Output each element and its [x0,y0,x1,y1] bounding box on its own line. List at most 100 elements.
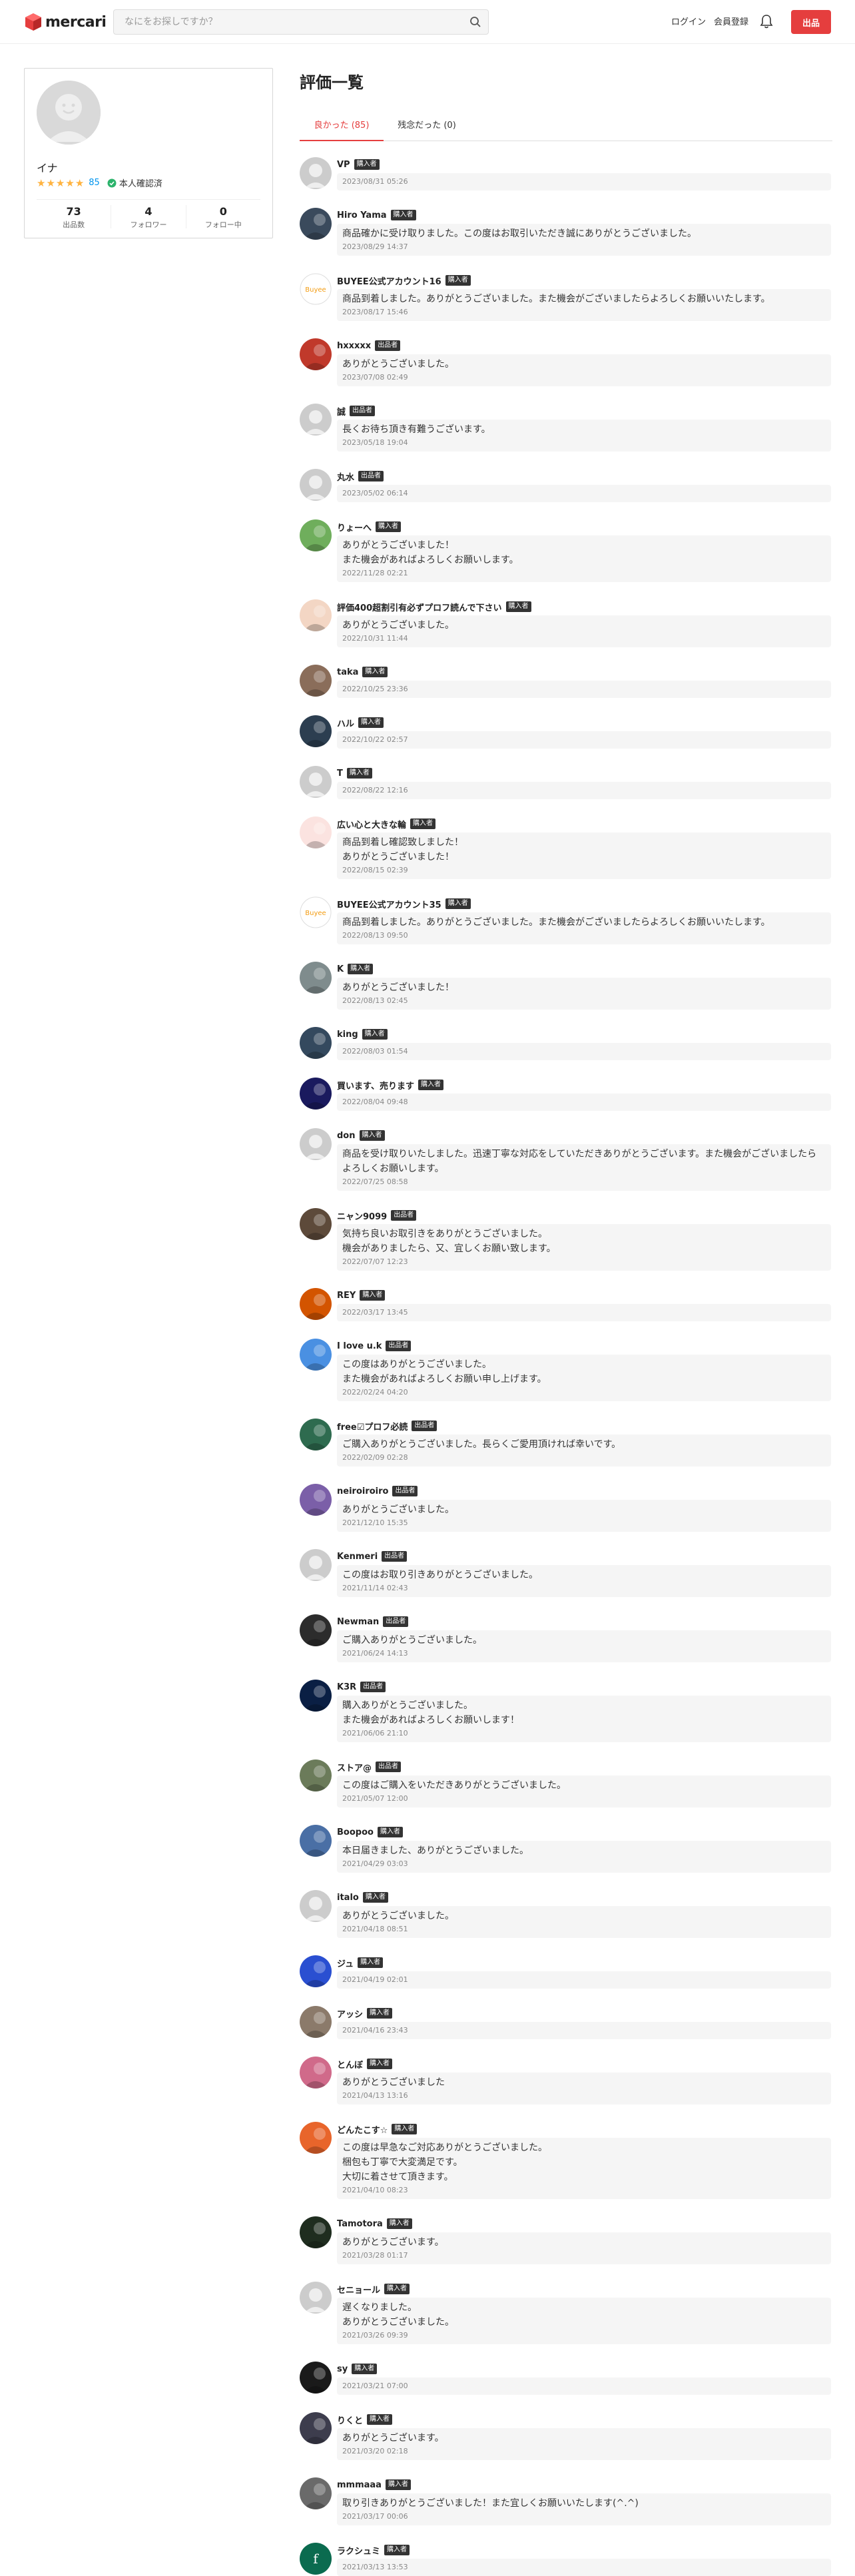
reviewer-name[interactable]: セニョール [337,2283,380,2296]
reviewer-name[interactable]: king [337,1030,358,1040]
reviewer-name[interactable]: 広い心と大きな輪 [337,818,406,830]
reviewer-name[interactable]: K3R [337,1682,356,1692]
reviewer-name[interactable]: ジュ [337,1957,354,1969]
notification-bell-icon[interactable] [759,13,774,29]
reviewer-avatar[interactable] [300,2412,332,2444]
reviewer-avatar[interactable] [300,519,332,551]
reviewer-name[interactable]: 買います、売ります [337,1079,414,1092]
rating-count[interactable]: 85 [89,178,100,188]
reviewer-name[interactable]: VP [337,160,350,170]
stat-following[interactable]: 0 フォロー中 [186,205,260,229]
reviewer-avatar[interactable] [300,816,332,848]
reviewer-name[interactable]: neiroiroiro [337,1486,388,1496]
reviewer-avatar[interactable] [300,1680,332,1712]
login-link[interactable]: ログイン [671,15,706,27]
reviewer-avatar[interactable]: f [300,2543,332,2575]
reviewer-name[interactable]: 丸水 [337,470,354,483]
reviewer-name[interactable]: BUYEE公式アカウント16 [337,274,441,287]
listing-button[interactable]: 出品 [791,10,831,34]
reviewer-avatar[interactable]: Buyee [300,896,332,928]
reviewer-avatar[interactable] [300,2006,332,2038]
reviewer-avatar[interactable] [300,2282,332,2314]
reviewer-avatar[interactable] [300,665,332,697]
review-bubble: 2021/03/21 07:00 [337,2378,831,2395]
reviewer-avatar[interactable] [300,1760,332,1791]
reviewer-name[interactable]: I love u.k [337,1341,382,1351]
reviewer-name[interactable]: BUYEE公式アカウント35 [337,898,441,910]
reviewer-avatar[interactable] [300,338,332,370]
reviewer-name[interactable]: アッシ [337,2007,363,2020]
tab-good[interactable]: 良かった (85) [300,115,384,141]
stat-listings[interactable]: 73 出品数 [37,205,112,229]
reviewer-avatar[interactable] [300,469,332,501]
reviewer-avatar[interactable] [300,404,332,436]
reviewer-avatar[interactable] [300,2057,332,2089]
reviewer-avatar[interactable] [300,1955,332,1987]
reviewer-avatar[interactable] [300,1825,332,1857]
search-bar[interactable] [113,9,489,35]
reviewer-name[interactable]: Boopoo [337,1827,374,1837]
reviewer-name[interactable]: Kenmeri [337,1552,378,1562]
reviewer-name[interactable]: K [337,964,344,974]
reviewer-name[interactable]: sy [337,2364,348,2374]
reviewer-name[interactable]: don [337,1131,356,1141]
reviewer-avatar[interactable] [300,599,332,631]
reviewer-avatar[interactable] [300,2122,332,2154]
tab-bad[interactable]: 残念だった (0) [384,115,470,141]
search-input[interactable] [114,10,447,34]
reviewer-name[interactable]: とんぼ [337,2058,363,2071]
reviewer-avatar[interactable] [300,1484,332,1516]
stat-followers[interactable]: 4 フォロワー [111,205,186,229]
reviewer-name[interactable]: 誠 [337,405,346,418]
reviewer-name[interactable]: 評価400超割引有必ずプロフ読んで下さい [337,601,502,613]
reviewer-avatar[interactable] [300,2362,332,2394]
reviewer-avatar[interactable] [300,1128,332,1160]
mercari-logo[interactable]: mercari [24,12,107,32]
reviewer-avatar[interactable] [300,715,332,747]
reviewer-name[interactable]: italo [337,1893,359,1903]
reviewer-name[interactable]: Newman [337,1617,379,1627]
reviewer-avatar[interactable] [300,2216,332,2248]
profile-avatar[interactable] [37,81,101,145]
reviewer-avatar[interactable] [300,1027,332,1059]
reviewer-name[interactable]: どんたこす☆ [337,2123,388,2136]
reviewer-name[interactable]: ラクシュミ [337,2544,380,2557]
reviewer-avatar[interactable] [300,1419,332,1450]
reviewer-avatar[interactable] [300,1208,332,1240]
signup-link[interactable]: 会員登録 [714,15,748,27]
reviewer-name[interactable]: hxxxxx [337,341,371,351]
reviewer-avatar[interactable] [300,1549,332,1581]
reviewer-name[interactable]: Hiro Yama [337,210,387,220]
reviewer-name[interactable]: りくと [337,2414,363,2426]
reviewer-name[interactable]: Tamotora [337,2219,383,2229]
reviewer-name[interactable]: りょーへ [337,521,372,533]
reviewer-name[interactable]: ニャン9099 [337,1209,387,1222]
reviewer-avatar[interactable] [300,1614,332,1646]
reviewer-avatar[interactable] [300,766,332,798]
reviewer-name[interactable]: ハル [337,717,354,729]
stat-following-label: フォロー中 [204,220,242,229]
review-bubble: この度はお取り引きありがとうございました。 2021/11/14 02:43 [337,1565,831,1597]
reviewer-name[interactable]: T [337,769,343,779]
review-item: taka 購入者 2022/10/25 23:36 [300,665,831,698]
reviewer-avatar[interactable] [300,1339,332,1371]
reviewer-name[interactable]: free☑プロフ必読 [337,1420,408,1433]
search-icon[interactable] [469,16,481,28]
reviewer-avatar[interactable] [300,1078,332,1110]
reviewer-avatar[interactable] [300,1288,332,1320]
reviewer-avatar[interactable] [300,208,332,240]
reviewer-avatar[interactable] [300,1890,332,1922]
reviewer-avatar[interactable] [300,962,332,994]
role-badge: 購入者 [359,1130,385,1141]
reviewer-avatar[interactable]: Buyee [300,273,332,305]
reviewer-avatar[interactable] [300,2477,332,2509]
reviewer-avatar[interactable] [300,157,332,189]
reviewer-name[interactable]: REY [337,1291,356,1301]
profile-name: イナ [37,162,58,174]
review-bubble: 2022/03/17 13:45 [337,1304,831,1321]
user-photo-icon [300,1680,332,1712]
role-badge: 購入者 [376,521,402,532]
reviewer-name[interactable]: mmmaaa [337,2480,382,2490]
reviewer-name[interactable]: ストア@ [337,1761,372,1773]
reviewer-name[interactable]: taka [337,667,358,677]
